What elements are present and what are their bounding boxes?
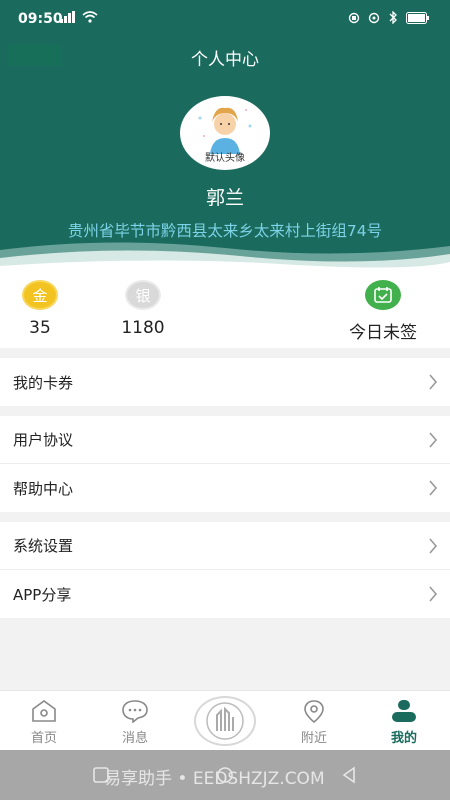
profile-header: 09:50 个人中心 默认头像 郭兰 贵州省毕节市黔西县太来乡太来村上街组74号 [0, 0, 450, 272]
silver-coin-icon: 银 [125, 280, 161, 310]
status-time: 09:50 [18, 11, 63, 27]
menu-item-help-center[interactable]: 帮助中心 [0, 464, 450, 512]
calendar-check-icon [365, 280, 401, 310]
stats-bar: 金 35 银 1180 今日未签 [0, 272, 450, 348]
nav-home-label: 首页 [30, 731, 57, 746]
header-wave [0, 242, 450, 272]
back-icon[interactable] [340, 766, 358, 784]
nav-center-logo-button[interactable] [194, 696, 256, 746]
signal-icon [60, 11, 75, 23]
nav-mine[interactable]: 我的 [374, 699, 434, 746]
menu-group-coupons: 我的卡券 [0, 358, 450, 406]
nav-nearby[interactable]: 附近 [284, 699, 344, 746]
nav-mine-label: 我的 [390, 731, 417, 746]
gold-value: 35 [29, 318, 51, 338]
menu-item-system-settings[interactable]: 系统设置 [0, 522, 450, 570]
menu-group-help: 用户协议 帮助中心 [0, 416, 450, 512]
menu-item-label: 我的卡券 [13, 373, 74, 392]
gold-stat[interactable]: 金 35 [20, 280, 60, 338]
avatar[interactable]: 默认头像 [180, 96, 270, 170]
menu-item-user-agreement[interactable]: 用户协议 [0, 416, 450, 464]
location-pin-icon [304, 700, 324, 723]
menu-group-settings: 系统设置 APP分享 [0, 522, 450, 618]
battery-icon [406, 11, 429, 24]
chevron-right-icon [429, 538, 438, 554]
home-icon [32, 700, 56, 722]
menu-item-app-share[interactable]: APP分享 [0, 570, 450, 618]
page-title: 个人中心 [191, 50, 259, 70]
silver-stat[interactable]: 银 1180 [110, 280, 176, 338]
location-status-icon [368, 12, 380, 23]
watermark-text: 易享助手 • EEDSHZJZ.COM [104, 769, 325, 789]
chevron-right-icon [429, 432, 438, 448]
user-icon [392, 700, 416, 722]
chevron-right-icon [429, 374, 438, 390]
brand-logo-icon [206, 702, 244, 740]
checkin-label: 今日未签 [349, 323, 417, 343]
menu-item-label: 系统设置 [13, 537, 74, 555]
checkin-stat[interactable]: 今日未签 [343, 280, 423, 343]
chevron-right-icon [429, 480, 438, 496]
nav-home[interactable]: 首页 [14, 699, 74, 746]
nav-nearby-label: 附近 [300, 731, 327, 746]
status-bar: 09:50 [0, 0, 450, 38]
alarm-icon [348, 12, 360, 23]
menu-item-my-coupons[interactable]: 我的卡券 [0, 358, 450, 406]
silver-value: 1180 [121, 318, 165, 338]
nav-messages[interactable]: 消息 [105, 699, 165, 746]
menu-item-label: APP分享 [13, 585, 72, 604]
chat-bubble-icon [122, 700, 148, 723]
menu-item-label: 帮助中心 [13, 479, 74, 498]
chevron-right-icon [429, 586, 438, 602]
wifi-icon [82, 11, 98, 23]
user-name: 郭兰 [205, 187, 244, 209]
menu-item-label: 用户协议 [13, 431, 74, 449]
bluetooth-icon [389, 11, 397, 24]
nav-messages-label: 消息 [121, 731, 148, 746]
gold-coin-icon: 金 [22, 280, 58, 310]
avatar-caption: 默认头像 [205, 153, 245, 164]
